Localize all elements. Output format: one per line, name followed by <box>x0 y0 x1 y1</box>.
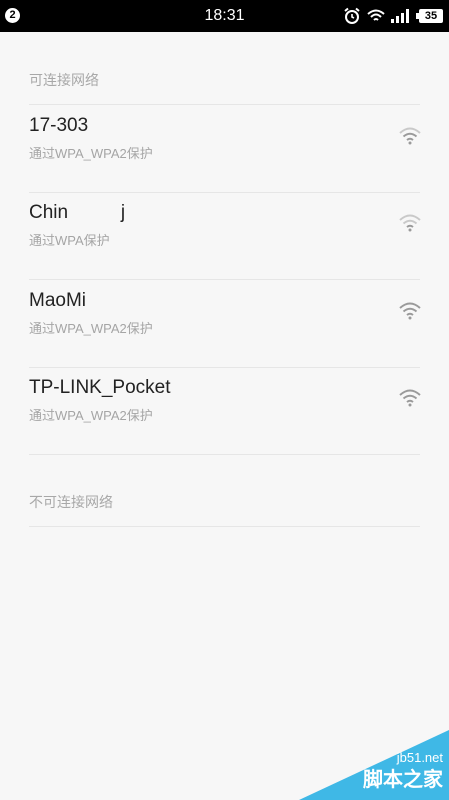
network-name: Chin j <box>29 202 126 223</box>
unavailable-networks-header: 不可连接网络 <box>29 494 113 510</box>
signal-icon <box>391 9 413 23</box>
wifi-signal-icon <box>399 302 421 320</box>
alarm-icon <box>343 7 361 25</box>
status-bar: 2 18:31 35 <box>0 0 449 32</box>
network-row-maomi[interactable]: MaoMi 通过WPA_WPA2保护 <box>0 280 449 367</box>
network-row-tp-link[interactable]: TP-LINK_Pocket 通过WPA_WPA2保护 <box>0 367 449 454</box>
available-networks-header: 可连接网络 <box>29 72 99 88</box>
divider <box>29 526 420 527</box>
divider <box>29 454 420 455</box>
wifi-signal-icon <box>399 214 421 232</box>
watermark-brand: 脚本之家 <box>363 769 443 791</box>
network-security: 通过WPA_WPA2保护 <box>29 146 153 161</box>
network-name: MaoMi <box>29 290 87 311</box>
battery-icon: 35 <box>416 9 443 23</box>
wifi-signal-icon <box>399 389 421 407</box>
wifi-status-icon <box>367 9 385 23</box>
network-security: 通过WPA_WPA2保护 <box>29 408 153 423</box>
wifi-signal-icon <box>399 127 421 145</box>
network-row-17-303[interactable]: 17-303 通过WPA_WPA2保护 <box>0 105 449 192</box>
network-name: TP-LINK_Pocket <box>29 377 171 398</box>
network-security: 通过WPA保护 <box>29 233 110 248</box>
network-row-chin[interactable]: Chin j 通过WPA保护 <box>0 192 449 279</box>
network-name: 17-303 <box>29 115 89 136</box>
network-security: 通过WPA_WPA2保护 <box>29 321 153 336</box>
